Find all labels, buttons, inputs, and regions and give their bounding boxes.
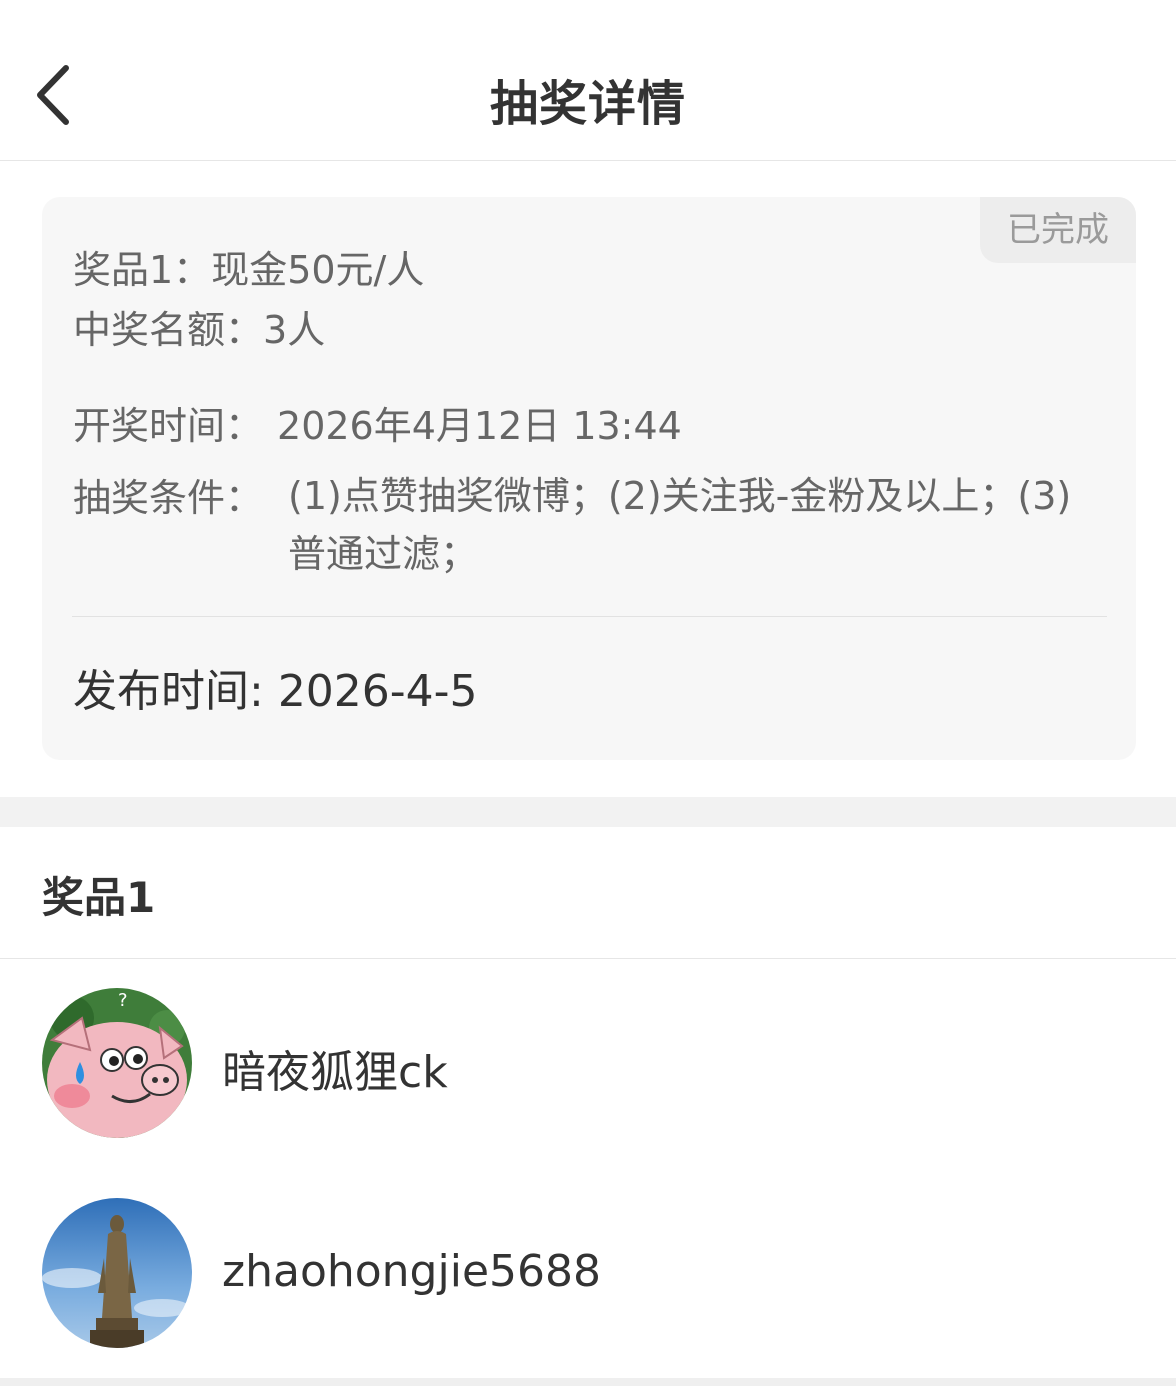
winners-count-line: 中奖名额：3人 [73,299,325,354]
winner-item[interactable]: ? 暗夜狐狸ck [0,988,1176,1138]
cartoon-pig-avatar-icon: ? [42,988,192,1138]
status-badge: 已完成 [980,197,1136,263]
winners-label: 中奖名额： [73,308,264,352]
prize-value: 现金50元/人 [211,248,425,292]
lottery-info-card: 已完成 奖品1：现金50元/人 中奖名额：3人 开奖时间： 2026年4月12日 … [42,197,1136,760]
top-nav-bar: 抽奖详情 [0,0,1176,161]
prize-label: 奖品1： [73,248,212,292]
winner-name[interactable]: zhaohongjie5688 [222,1246,601,1297]
avatar[interactable]: ? [42,988,192,1138]
prize-section-title: 奖品1 [42,873,156,922]
publish-label: 发布时间: [73,666,278,717]
card-divider [72,616,1107,617]
avatar[interactable] [42,1198,192,1348]
statue-sky-avatar-icon [42,1198,192,1348]
lottery-detail-page: 抽奖详情 已完成 奖品1：现金50元/人 中奖名额：3人 开奖时间： 2026年4… [0,0,1176,1386]
winner-name[interactable]: 暗夜狐狸ck [222,1036,448,1100]
page-title: 抽奖详情 [489,76,686,132]
publish-value: 2026-4-5 [277,666,478,717]
winner-item[interactable]: zhaohongjie5688 [0,1198,1176,1348]
publish-time-line: 发布时间: 2026-4-5 [73,655,478,719]
conditions-label: 抽奖条件： [73,476,264,520]
winners-value: 3人 [263,308,326,352]
conditions-value: (1)点赞抽奖微博；(2)关注我-金粉及以上；(3)普通过滤； [288,474,1072,576]
section-separator [0,797,1176,827]
prize-line: 奖品1：现金50元/人 [73,239,424,294]
draw-time-value: 2026年4月12日 13:44 [277,404,682,448]
svg-text:?: ? [118,990,128,1011]
draw-time-label: 开奖时间： [73,404,264,448]
draw-time-line: 开奖时间： 2026年4月12日 13:44 [73,395,682,450]
prize-divider [0,958,1176,959]
bottom-separator [0,1378,1176,1386]
